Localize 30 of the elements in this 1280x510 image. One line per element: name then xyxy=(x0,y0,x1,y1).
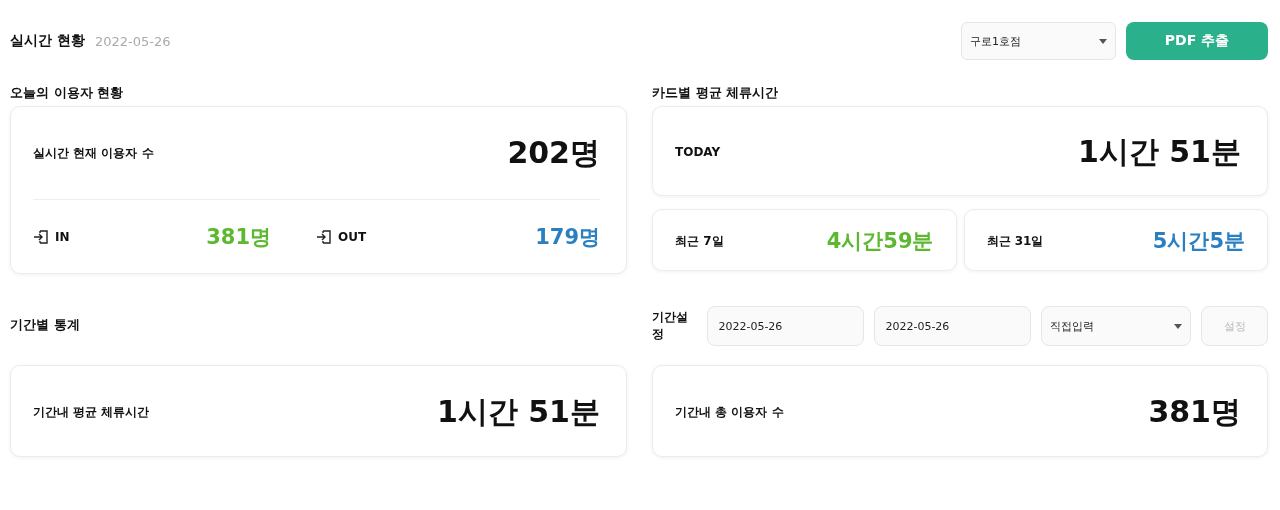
stat-label: 기간내 평균 체류시간 xyxy=(33,403,150,421)
page-title: 실시간 현황 xyxy=(10,32,85,50)
section-title: 기간별 통계 xyxy=(10,316,80,334)
start-date-field[interactable]: 2022-05-26 xyxy=(707,306,865,346)
stat-value: 1시간 51분 xyxy=(436,392,600,431)
date-text: 2022-05-26 xyxy=(94,33,171,49)
flow-label: IN xyxy=(55,230,70,244)
flow-label: OUT xyxy=(338,230,367,244)
range-select[interactable]: 직접입력 xyxy=(1041,306,1191,346)
flow-value: 381명 xyxy=(206,224,271,251)
stat-label: TODAY xyxy=(675,145,721,159)
section-title: 오늘의 이용자 현황 xyxy=(10,84,125,102)
stat-value: 5시간5분 xyxy=(1152,228,1245,255)
section-title: 카드별 평균 체류시간 xyxy=(652,84,780,102)
login-icon xyxy=(33,229,49,245)
branch-select[interactable]: 구로1호점 xyxy=(961,22,1116,60)
end-date-field[interactable]: 2022-05-26 xyxy=(874,306,1032,346)
stat-label: 최근 31일 xyxy=(986,232,1044,250)
stat-label: 최근 7일 xyxy=(675,232,724,250)
stat-value: 1시간 51분 xyxy=(1077,132,1241,171)
stat-label: 실시간 현재 이용자 수 xyxy=(33,144,154,162)
login-icon xyxy=(316,229,332,245)
stat-value: 4시간59분 xyxy=(826,228,934,255)
stat-label: 기간내 총 이용자 수 xyxy=(675,403,784,421)
stat-value: 381명 xyxy=(1148,392,1241,431)
caret-icon xyxy=(1174,323,1182,329)
flow-value: 179명 xyxy=(535,224,600,251)
field-label: 기간설정 xyxy=(652,309,689,343)
caret-icon xyxy=(1099,38,1107,44)
stat-value: 202명 xyxy=(507,133,600,172)
